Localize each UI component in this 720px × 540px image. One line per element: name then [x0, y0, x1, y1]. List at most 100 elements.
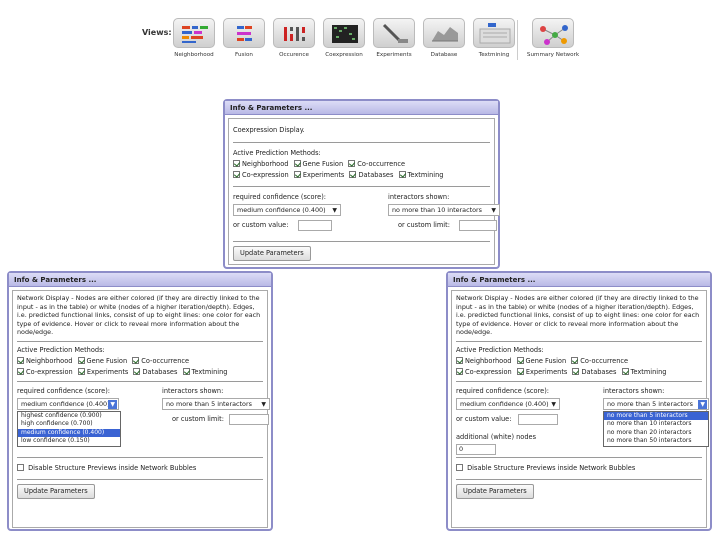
co-occurrence-checkbox[interactable] — [132, 356, 140, 364]
view-caption: Coexpression — [325, 52, 363, 58]
experiments-icon — [373, 18, 415, 48]
confidence-value: medium confidence (0.400) — [237, 206, 326, 214]
co-expression-checkbox[interactable] — [233, 171, 240, 178]
methods-heading: Active Prediction Methods: — [456, 345, 544, 354]
view-occurence[interactable]: Occurence — [270, 18, 318, 58]
panel-title: Info & Parameters ... — [448, 273, 710, 287]
databases-checkbox[interactable] — [133, 367, 141, 375]
interactors-label: interactors shown: — [162, 386, 224, 395]
methods-heading: Active Prediction Methods: — [233, 149, 321, 157]
textmining-checkbox[interactable] — [621, 367, 629, 375]
disable-previews-checkbox[interactable] — [17, 463, 24, 471]
method-label: Co-expression — [242, 171, 289, 179]
method-label: Databases — [142, 367, 178, 376]
method-label: Databases — [358, 171, 394, 179]
custom-value-input[interactable] — [518, 413, 558, 425]
interactors-select[interactable]: no more than 5 interactors ▼ — [603, 397, 709, 410]
chevron-down-icon: ▼ — [698, 399, 707, 409]
disable-previews-label: Disable Structure Previews inside Networ… — [28, 463, 197, 472]
custom-limit-input[interactable] — [459, 220, 497, 231]
interactors-option-selected[interactable]: no more than 5 interactors — [604, 411, 708, 421]
neighborhood-checkbox[interactable] — [233, 160, 240, 167]
views-label: Views: — [142, 28, 172, 37]
confidence-label: required confidence (score): — [17, 386, 110, 395]
method-label: Co-expression — [465, 367, 512, 376]
confidence-option[interactable]: low confidence (0.150) — [18, 437, 120, 446]
interactors-option[interactable]: no more than 20 interactors — [604, 429, 708, 438]
custom-limit-label: or custom limit: — [398, 221, 450, 229]
co-occurrence-checkbox[interactable] — [571, 356, 579, 364]
neighborhood-checkbox[interactable] — [456, 356, 463, 364]
confidence-select[interactable]: medium confidence (0.400) ▼ — [233, 204, 341, 216]
interactors-select[interactable]: no more than 10 interactors ▼ — [388, 204, 500, 216]
experiments-checkbox[interactable] — [516, 367, 524, 375]
confidence-option-selected[interactable]: medium confidence (0.400) — [18, 428, 120, 438]
custom-value-label: or custom value: — [456, 414, 512, 423]
method-label: Neighborhood — [465, 356, 512, 365]
gene-fusion-checkbox[interactable] — [77, 356, 85, 364]
method-label: Gene Fusion — [86, 356, 128, 365]
confidence-select[interactable]: medium confidence (0.400) ▼ — [17, 397, 119, 410]
view-caption: Fusion — [235, 52, 253, 58]
experiments-checkbox[interactable] — [293, 171, 301, 178]
confidence-label: required confidence (score): — [233, 193, 326, 201]
interactors-option[interactable]: no more than 50 interactors — [604, 437, 708, 446]
databases-checkbox[interactable] — [572, 367, 580, 375]
databases-checkbox[interactable] — [349, 171, 357, 178]
co-expression-checkbox[interactable] — [456, 367, 463, 375]
view-database[interactable]: Database — [420, 18, 468, 58]
disable-previews-checkbox[interactable] — [456, 463, 463, 471]
database-icon — [423, 18, 465, 48]
info-parameters-panel-top: Info & Parameters ... Coexpression Displ… — [223, 99, 500, 269]
view-caption: Database — [430, 52, 458, 58]
experiments-checkbox[interactable] — [77, 367, 85, 375]
custom-limit-input[interactable] — [229, 413, 269, 425]
confidence-option[interactable]: highest confidence (0.900) — [18, 412, 120, 421]
neighborhood-checkbox[interactable] — [17, 356, 24, 364]
confidence-option[interactable]: high confidence (0.700) — [18, 420, 120, 429]
confidence-select[interactable]: medium confidence (0.400) ▼ — [456, 397, 560, 410]
custom-value-label: or custom value: — [233, 221, 289, 229]
interactors-value: no more than 5 interactors — [607, 399, 693, 408]
method-label: Experiments — [86, 367, 129, 376]
textmining-checkbox[interactable] — [182, 367, 190, 375]
interactors-label: interactors shown: — [603, 386, 665, 395]
view-neighborhood[interactable]: Neighborhood — [170, 18, 218, 58]
update-parameters-button[interactable]: Update Parameters — [456, 483, 534, 499]
network-description: Network Display - Nodes are either color… — [456, 294, 700, 337]
gene-fusion-checkbox[interactable] — [516, 356, 524, 364]
interactors-select[interactable]: no more than 5 interactors ▼ — [162, 397, 270, 410]
view-summary-network[interactable]: Summary Network — [526, 18, 580, 58]
view-fusion[interactable]: Fusion — [220, 18, 268, 58]
gene-fusion-checkbox[interactable] — [293, 160, 301, 167]
methods-heading: Active Prediction Methods: — [17, 345, 105, 354]
method-label: Co-expression — [26, 367, 73, 376]
view-coexpression[interactable]: Coexpression — [320, 18, 368, 58]
interactors-value: no more than 10 interactors — [392, 206, 482, 214]
view-caption: Neighborhood — [174, 52, 214, 58]
view-experiments[interactable]: Experiments — [370, 18, 418, 58]
additional-nodes-label: additional (white) nodes — [456, 432, 537, 441]
method-label: Experiments — [302, 171, 345, 179]
interactors-label: interactors shown: — [388, 193, 450, 201]
custom-limit-label: or custom limit: — [172, 414, 224, 423]
custom-value-input[interactable] — [298, 220, 332, 231]
method-label: Co-occurrence — [141, 356, 190, 365]
update-parameters-button[interactable]: Update Parameters — [233, 246, 311, 261]
additional-nodes-input[interactable]: 0 — [456, 443, 496, 455]
textmining-checkbox[interactable] — [398, 171, 406, 178]
co-occurrence-checkbox[interactable] — [348, 160, 356, 167]
method-label: Textmining — [407, 171, 444, 179]
info-parameters-panel-left: Info & Parameters ... Network Display - … — [7, 271, 273, 531]
method-label: Gene Fusion — [525, 356, 567, 365]
view-textmining[interactable]: Textmining — [470, 18, 518, 58]
method-label: Textmining — [630, 367, 667, 376]
textmining-icon — [473, 18, 515, 48]
confidence-dropdown: highest confidence (0.900) high confiden… — [17, 410, 121, 447]
panel-title: Info & Parameters ... — [9, 273, 271, 287]
co-expression-checkbox[interactable] — [17, 367, 24, 375]
neighborhood-icon — [173, 18, 215, 48]
update-parameters-button[interactable]: Update Parameters — [17, 483, 95, 499]
interactors-option[interactable]: no more than 10 interactors — [604, 420, 708, 429]
disable-previews-label: Disable Structure Previews inside Networ… — [467, 463, 636, 472]
